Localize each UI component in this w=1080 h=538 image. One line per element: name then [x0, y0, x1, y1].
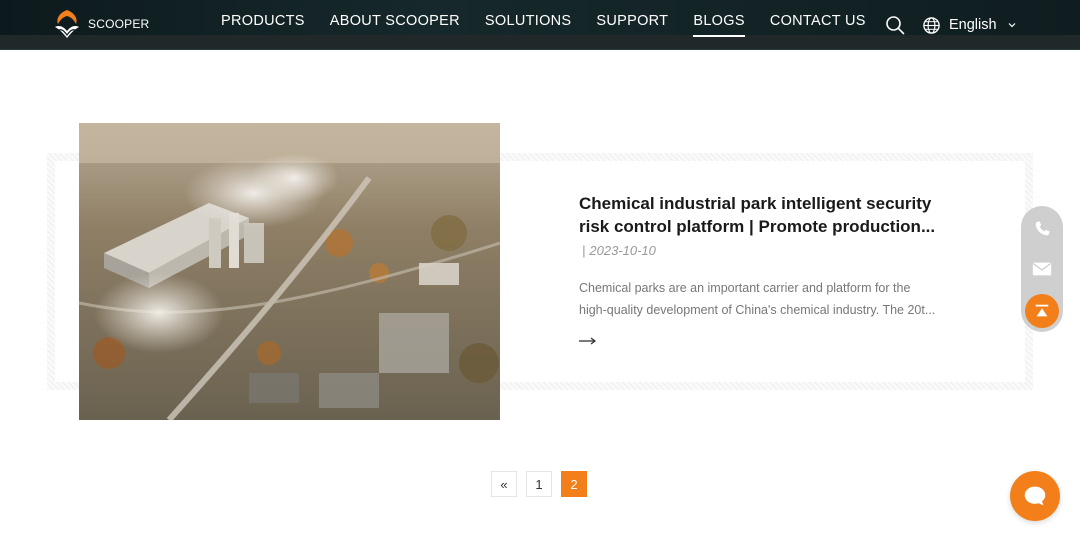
arrow-right-icon[interactable] [579, 334, 597, 346]
date-value: 2023-10-10 [589, 243, 656, 258]
search-button[interactable] [885, 15, 905, 35]
excerpt-line-1: Chemical parks are an important carrier … [579, 281, 911, 295]
language-label: English [949, 17, 997, 33]
pagination-prev-button[interactable]: « [491, 471, 517, 497]
phone-icon [1035, 221, 1050, 236]
nav-item-about[interactable]: ABOUT SCOOPER [330, 0, 460, 46]
site-header: SCOOPER PRODUCTS ABOUT SCOOPER SOLUTIONS… [0, 0, 1080, 50]
article-title-line-2: risk control platform | Promote producti… [579, 217, 936, 236]
excerpt-line-2: high-quality development of China's chem… [579, 303, 936, 317]
article-excerpt: Chemical parks are an important carrier … [579, 277, 982, 321]
pagination-page-2[interactable]: 2 [561, 471, 587, 497]
language-selector[interactable]: English [922, 15, 1017, 35]
email-button[interactable] [1021, 248, 1063, 290]
search-icon [886, 16, 905, 35]
nav-item-support[interactable]: SUPPORT [596, 0, 668, 46]
brand-name: SCOOPER [88, 17, 150, 31]
chat-button[interactable] [1010, 471, 1060, 521]
globe-icon [923, 16, 940, 34]
mail-icon [1032, 262, 1052, 276]
date-separator: | [582, 243, 586, 258]
article-date: | 2023-10-10 [582, 243, 656, 258]
floating-contact-bar [1021, 206, 1063, 332]
nav-item-blogs[interactable]: BLOGS [693, 0, 746, 46]
back-to-top-icon [1035, 304, 1049, 317]
article-title-line-1: Chemical industrial park intelligent sec… [579, 194, 932, 213]
article-title[interactable]: Chemical industrial park intelligent sec… [579, 192, 984, 238]
chat-icon [1024, 486, 1046, 506]
industrial-park-photo [79, 123, 500, 420]
main-nav: PRODUCTS ABOUT SCOOPER SOLUTIONS SUPPORT… [221, 0, 891, 50]
pagination: « 1 2 [491, 471, 596, 497]
logo[interactable]: SCOOPER [50, 7, 149, 41]
nav-item-solutions[interactable]: SOLUTIONS [485, 0, 572, 46]
logo-icon [55, 10, 79, 38]
phone-button[interactable] [1021, 208, 1063, 250]
back-to-top-button[interactable] [1025, 294, 1059, 328]
pagination-page-1[interactable]: 1 [526, 471, 552, 497]
nav-item-contact[interactable]: CONTACT US [770, 0, 866, 46]
article-image[interactable] [79, 123, 500, 420]
nav-item-products[interactable]: PRODUCTS [221, 0, 305, 46]
chevron-down-icon [1008, 23, 1015, 28]
